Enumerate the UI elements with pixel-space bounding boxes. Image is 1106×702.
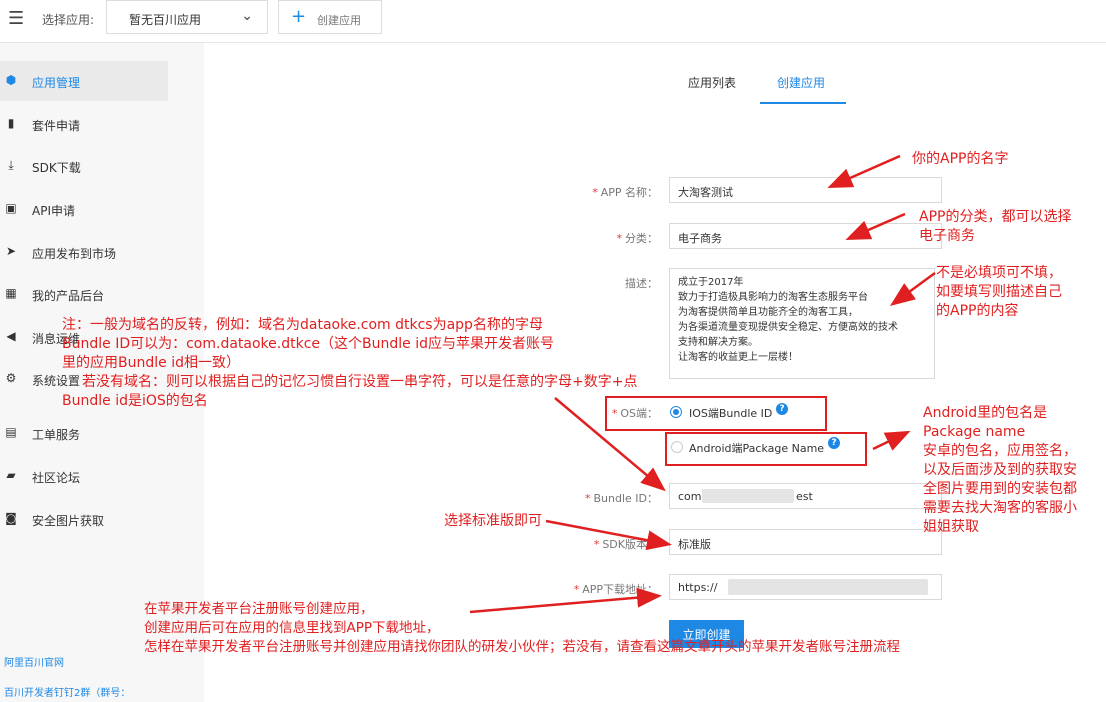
arrow-category bbox=[845, 212, 906, 240]
note-app-name: 你的APP的名字 bbox=[912, 151, 1009, 167]
arrow-bundle-id bbox=[554, 397, 666, 492]
note-description: 不是必填项可不填， 如要填写则描述自己 的APP的内容 bbox=[936, 265, 1062, 319]
note-category: APP的分类，都可以选择 电子商务 bbox=[919, 209, 1072, 244]
arrow-sdk bbox=[545, 519, 672, 551]
arrow-name bbox=[827, 154, 901, 189]
arrow-android bbox=[872, 430, 911, 451]
note-download-url: 在苹果开发者平台注册账号创建应用， 创建应用后可在应用的信息里找到APP下载地址… bbox=[144, 601, 900, 655]
arrow-description bbox=[889, 271, 936, 306]
note-android-package: Android里的包名是 Package name 安卓的包名，应用签名， 以及… bbox=[923, 405, 1077, 535]
note-sdk-version: 选择标准版即可 bbox=[444, 513, 542, 529]
note-bundle-id: 注：一般为域名的反转，例如：域名为dataoke.com dtkcs为app名称… bbox=[62, 317, 638, 409]
